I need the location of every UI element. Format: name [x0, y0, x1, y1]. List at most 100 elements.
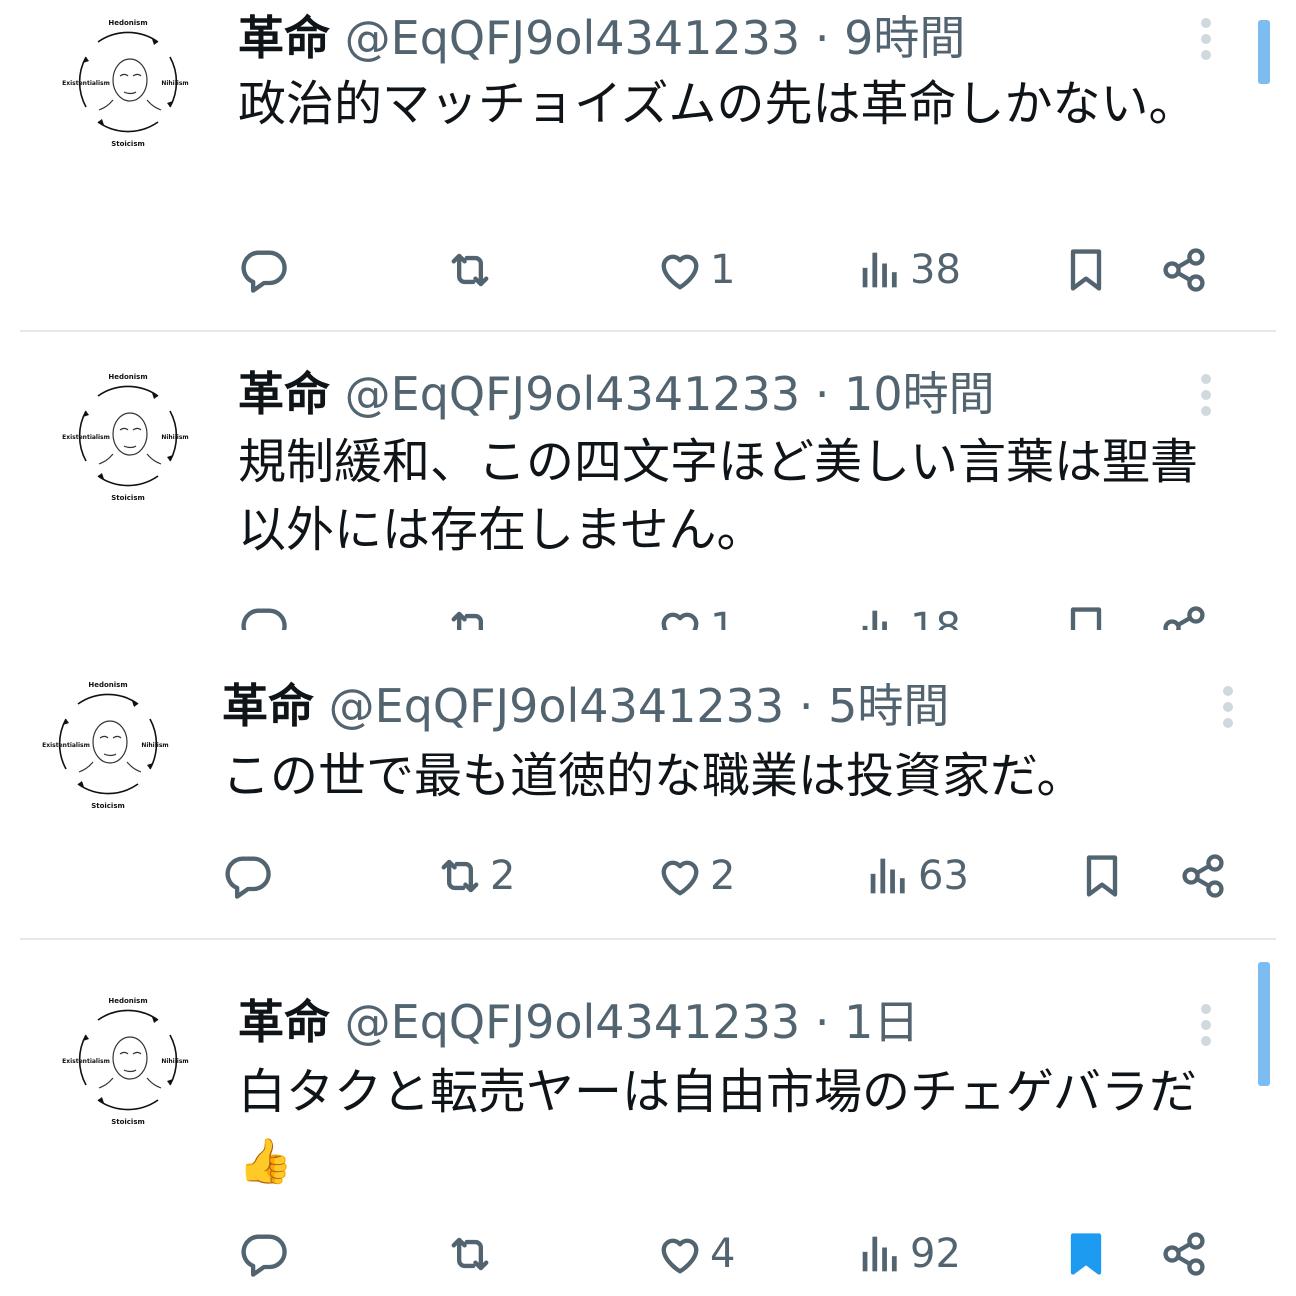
more-options-button[interactable]: [1200, 18, 1212, 64]
retweet-icon: [444, 244, 496, 296]
retweet-button[interactable]: [444, 1224, 500, 1284]
avatar[interactable]: Hedonism Existentialism Nihilism Stoicism: [58, 12, 198, 152]
avatar-label-top: Hedonism: [108, 19, 147, 27]
action-bar: 2 2 63: [222, 846, 1232, 906]
timestamp[interactable]: 10時間: [844, 367, 995, 421]
reply-button[interactable]: [238, 1224, 294, 1284]
avatar-image: Hedonism Existentialism Nihilism Stoicism: [62, 19, 189, 148]
action-bar: 1 38: [238, 240, 1218, 300]
avatar-image: Hedonism Existentialism Nihilism Stoicism: [42, 681, 169, 810]
retweet-button[interactable]: [444, 598, 500, 630]
share-icon: [1177, 850, 1229, 902]
reply-button[interactable]: [238, 598, 294, 630]
like-button[interactable]: 1: [654, 240, 735, 300]
like-button[interactable]: 2: [654, 846, 735, 906]
tweet-text: 規制緩和、この四文字ほど美しい言葉は聖書以外には存在しません。: [238, 434, 1199, 558]
share-button[interactable]: [1158, 1224, 1210, 1284]
more-options-button[interactable]: [1200, 374, 1212, 420]
display-name[interactable]: 革命: [238, 367, 330, 421]
more-dot-icon: [1201, 390, 1211, 400]
display-name[interactable]: 革命: [238, 995, 330, 1049]
views-button[interactable]: 63: [862, 846, 969, 906]
like-button[interactable]: 4: [654, 1224, 735, 1284]
retweet-icon: [444, 602, 496, 630]
reply-icon: [238, 1228, 290, 1280]
avatar[interactable]: Hedonism Existentialism Nihilism Stoicism: [38, 674, 178, 814]
view-count: 18: [910, 605, 961, 630]
bookmark-button[interactable]: [1060, 1224, 1112, 1284]
heart-icon: [654, 602, 706, 630]
header-separator: ·: [814, 367, 830, 421]
view-count: 38: [910, 247, 961, 293]
avatar[interactable]: Hedonism Existentialism Nihilism Stoicism: [58, 366, 198, 506]
like-count: 1: [710, 605, 736, 630]
tweet-1[interactable]: Hedonism Existentialism Nihilism Stoicism 革…: [0, 0, 1296, 330]
scrollbar-thumb[interactable]: [1258, 962, 1270, 1086]
more-dot-icon: [1223, 686, 1233, 696]
more-dot-icon: [1201, 374, 1211, 384]
more-options-button[interactable]: [1222, 686, 1234, 732]
avatar-label-left: Existentialism: [62, 434, 110, 441]
views-button[interactable]: 18: [854, 598, 961, 630]
views-button[interactable]: 92: [854, 1224, 961, 1284]
tweet-text: 白タクと転売ヤーは自由市場のチェゲバラだ 👍: [238, 1058, 1238, 1196]
retweet-button[interactable]: [444, 240, 500, 300]
avatar-label-bottom: Stoicism: [111, 140, 145, 148]
timestamp[interactable]: 9時間: [844, 11, 965, 65]
reply-button[interactable]: [238, 240, 294, 300]
view-count: 92: [910, 1231, 961, 1277]
share-icon: [1158, 602, 1210, 630]
timestamp[interactable]: 5時間: [828, 679, 949, 733]
bookmark-icon: [1060, 602, 1112, 630]
heart-icon: [654, 850, 706, 902]
divider: [20, 330, 1276, 332]
timestamp[interactable]: 1日: [844, 995, 919, 1049]
share-button[interactable]: [1177, 846, 1229, 906]
tweet-2[interactable]: Hedonism Existentialism Nihilism Stoicism 革…: [0, 350, 1296, 630]
header-separator: ·: [798, 679, 814, 733]
header-separator: ·: [814, 995, 830, 1049]
avatar[interactable]: Hedonism Existentialism Nihilism Stoicism: [58, 990, 198, 1130]
scrollbar-thumb[interactable]: [1258, 20, 1270, 84]
user-handle[interactable]: @EqQFJ9ol4341233: [345, 367, 801, 421]
like-count: 2: [710, 853, 736, 899]
action-bar: 4 92: [238, 1224, 1218, 1284]
like-count: 4: [710, 1231, 736, 1277]
tweet-4[interactable]: Hedonism Existentialism Nihilism Stoicism 革…: [0, 962, 1296, 1296]
views-button[interactable]: 38: [854, 240, 961, 300]
views-icon: [854, 602, 906, 630]
retweet-icon: [444, 1228, 496, 1280]
retweet-icon: [434, 850, 486, 902]
display-name[interactable]: 革命: [222, 679, 314, 733]
tweet-header: 革命 @EqQFJ9ol4341233 · 1日: [238, 994, 919, 1050]
more-dot-icon: [1201, 50, 1211, 60]
share-button[interactable]: [1158, 240, 1210, 300]
user-handle[interactable]: @EqQFJ9ol4341233: [345, 995, 801, 1049]
user-handle[interactable]: @EqQFJ9ol4341233: [329, 679, 785, 733]
thumbs-up-emoji: 👍: [238, 1136, 293, 1187]
reply-button[interactable]: [222, 846, 278, 906]
more-dot-icon: [1201, 1036, 1211, 1046]
share-button[interactable]: [1158, 598, 1210, 630]
share-icon: [1158, 1228, 1210, 1280]
reply-icon: [238, 244, 290, 296]
retweet-button[interactable]: 2: [434, 846, 515, 906]
heart-icon: [654, 1228, 706, 1280]
tweet-header: 革命 @EqQFJ9ol4341233 · 5時間: [222, 678, 949, 734]
bookmark-button[interactable]: [1060, 598, 1112, 630]
bookmark-button[interactable]: [1076, 846, 1128, 906]
retweet-count: 2: [490, 853, 516, 899]
tweet-header: 革命 @EqQFJ9ol4341233 · 10時間: [238, 366, 995, 422]
like-button[interactable]: 1: [654, 598, 735, 630]
header-separator: ·: [814, 11, 830, 65]
tweet-3[interactable]: Hedonism Existentialism Nihilism Stoicism 革…: [0, 660, 1296, 938]
avatar-label-bottom: Stoicism: [111, 1118, 145, 1126]
share-icon: [1158, 244, 1210, 296]
display-name[interactable]: 革命: [238, 11, 330, 65]
views-icon: [854, 1228, 906, 1280]
bookmark-button[interactable]: [1060, 240, 1112, 300]
action-bar: 1 18: [238, 598, 1218, 630]
more-options-button[interactable]: [1200, 1004, 1212, 1050]
more-dot-icon: [1201, 1020, 1211, 1030]
user-handle[interactable]: @EqQFJ9ol4341233: [345, 11, 801, 65]
